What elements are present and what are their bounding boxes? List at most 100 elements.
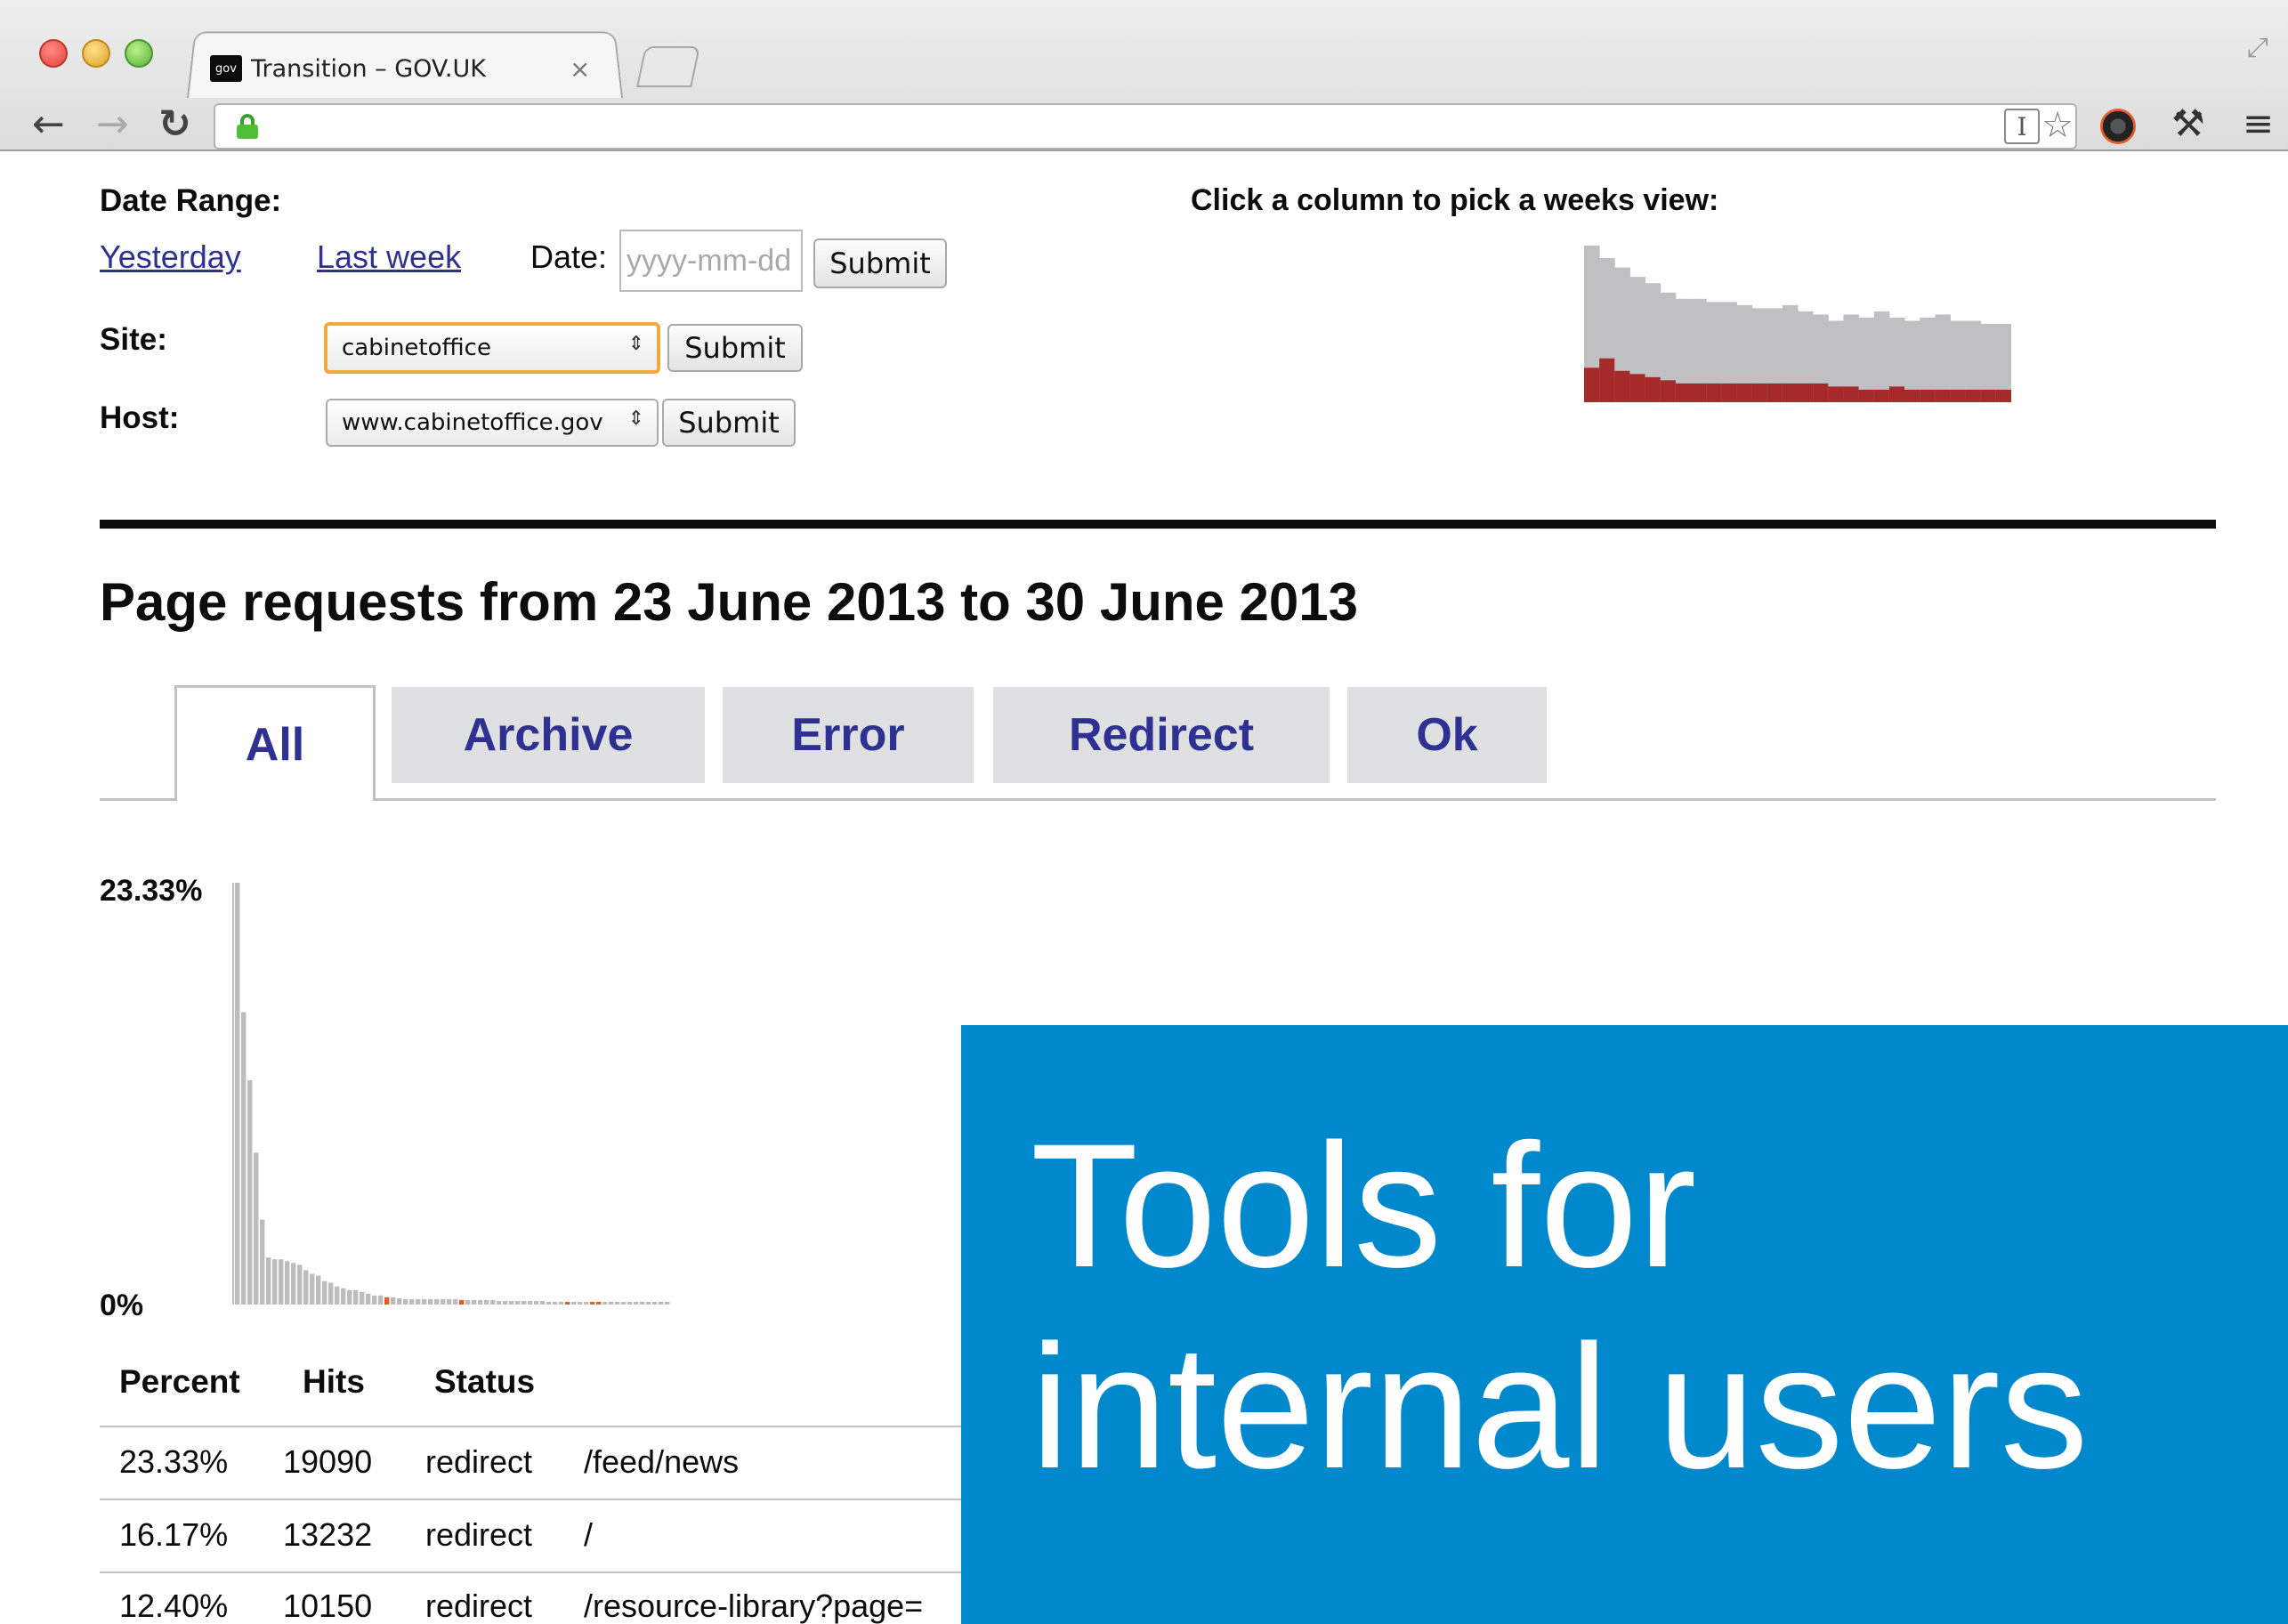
hits-bar[interactable] — [459, 1299, 465, 1305]
site-select[interactable]: cabinetoffice ⇕ — [324, 322, 660, 374]
host-submit-button[interactable]: Submit — [662, 399, 796, 447]
hits-bar[interactable] — [285, 1261, 290, 1305]
minimize-window-button[interactable] — [82, 39, 110, 68]
hits-bar[interactable] — [403, 1298, 408, 1305]
hits-bar[interactable] — [609, 1302, 614, 1305]
weeks-error-bar[interactable] — [1706, 383, 1722, 402]
browser-tab-content[interactable]: gov Transition – GOV.UK × — [210, 46, 602, 91]
hits-bar[interactable] — [441, 1298, 446, 1305]
hits-bar[interactable] — [478, 1299, 483, 1305]
hits-bar[interactable] — [241, 1012, 247, 1305]
reload-icon[interactable]: ↻ — [158, 105, 191, 144]
hits-bar[interactable] — [384, 1297, 390, 1305]
weeks-error-bar[interactable] — [1858, 389, 1875, 402]
hits-bar[interactable] — [521, 1300, 527, 1305]
weeks-error-bar[interactable] — [1935, 389, 1951, 402]
new-tab-button[interactable] — [636, 46, 700, 87]
hits-bar[interactable] — [372, 1295, 377, 1305]
tab-redirect[interactable]: Redirect — [993, 687, 1330, 783]
hits-bar[interactable] — [546, 1301, 552, 1305]
hits-bar[interactable] — [490, 1299, 496, 1305]
weeks-error-bar[interactable] — [1904, 389, 1920, 402]
hits-bar[interactable] — [503, 1300, 508, 1305]
hits-bar[interactable] — [360, 1291, 365, 1305]
hits-bar[interactable] — [291, 1263, 296, 1305]
hits-bar[interactable] — [553, 1301, 558, 1305]
weeks-error-bar[interactable] — [1980, 389, 1997, 402]
hits-bar[interactable] — [515, 1300, 521, 1305]
weeks-error-bar[interactable] — [1691, 383, 1707, 402]
site-submit-button[interactable]: Submit — [667, 324, 803, 372]
hits-bar[interactable] — [272, 1259, 278, 1305]
yesterday-link[interactable]: Yesterday — [100, 238, 241, 276]
hits-bar[interactable] — [316, 1275, 321, 1305]
hits-bar[interactable] — [397, 1297, 402, 1305]
weeks-error-bar[interactable] — [1920, 389, 1936, 402]
weeks-error-bar[interactable] — [1873, 389, 1890, 402]
hits-bar[interactable] — [297, 1264, 303, 1305]
hits-bar[interactable] — [235, 883, 240, 1305]
hits-bar[interactable] — [254, 1152, 259, 1305]
hits-bar[interactable] — [247, 1080, 253, 1305]
weeks-chart[interactable] — [1584, 242, 2011, 402]
hits-bar[interactable] — [260, 1219, 265, 1305]
weeks-error-bar[interactable] — [1629, 374, 1646, 402]
weeks-error-bar[interactable] — [1828, 386, 1844, 402]
hits-bar[interactable] — [434, 1298, 440, 1305]
hits-bar[interactable] — [534, 1300, 539, 1305]
hits-bar[interactable] — [640, 1302, 645, 1305]
hits-bar[interactable] — [659, 1302, 664, 1305]
hits-bar[interactable] — [353, 1289, 359, 1305]
weeks-error-bar[interactable] — [1995, 389, 2011, 402]
date-input[interactable]: yyyy-mm-dd — [619, 230, 803, 292]
extension-icon[interactable] — [2100, 109, 2136, 144]
weeks-error-bar[interactable] — [1660, 380, 1677, 402]
weeks-error-bar[interactable] — [1584, 368, 1600, 402]
wrench-icon[interactable]: ⚒ — [2171, 101, 2205, 145]
hits-bar[interactable] — [266, 1257, 271, 1305]
star-icon[interactable]: ☆ — [2041, 105, 2074, 146]
hits-bar[interactable] — [409, 1298, 415, 1305]
hits-bar[interactable] — [584, 1301, 589, 1305]
hits-bar[interactable] — [634, 1302, 639, 1305]
weeks-total-bar[interactable] — [1873, 311, 1890, 402]
weeks-total-bar[interactable] — [1935, 314, 1951, 402]
host-select[interactable]: www.cabinetoffice.gov ⇕ — [326, 399, 659, 447]
weeks-error-bar[interactable] — [1950, 389, 1967, 402]
hits-bar[interactable] — [565, 1301, 570, 1305]
hits-bar[interactable] — [602, 1301, 608, 1305]
hits-bar[interactable] — [422, 1298, 427, 1305]
weeks-error-bar[interactable] — [1843, 386, 1860, 402]
weeks-error-bar[interactable] — [1614, 370, 1630, 402]
hits-bar[interactable] — [347, 1289, 352, 1305]
tab-error[interactable]: Error — [723, 687, 974, 783]
hits-bar[interactable] — [391, 1297, 396, 1305]
weeks-error-bar[interactable] — [1751, 383, 1768, 402]
hits-bar[interactable] — [528, 1300, 533, 1305]
close-window-button[interactable] — [39, 39, 68, 68]
hits-bar[interactable] — [578, 1301, 583, 1305]
tab-ok[interactable]: Ok — [1347, 687, 1547, 783]
hits-bar[interactable] — [540, 1300, 546, 1305]
hits-bar[interactable] — [497, 1300, 502, 1305]
forward-icon[interactable]: → — [96, 105, 129, 144]
weeks-error-bar[interactable] — [1798, 383, 1814, 402]
hits-bar[interactable] — [453, 1298, 458, 1305]
weeks-error-bar[interactable] — [1736, 383, 1753, 402]
hits-bar[interactable] — [472, 1299, 477, 1305]
hits-bar[interactable] — [310, 1273, 315, 1305]
fullscreen-icon[interactable]: ⤢ — [2247, 32, 2268, 63]
weeks-total-bar[interactable] — [1858, 317, 1875, 402]
hits-bar[interactable] — [621, 1302, 627, 1305]
hits-bar[interactable] — [590, 1301, 595, 1305]
weeks-error-bar[interactable] — [1888, 386, 1905, 402]
hits-bar[interactable] — [303, 1270, 309, 1305]
weeks-error-bar[interactable] — [1813, 383, 1829, 402]
weeks-error-bar[interactable] — [1721, 383, 1737, 402]
back-icon[interactable]: ← — [32, 105, 65, 144]
hits-bar[interactable] — [428, 1298, 433, 1305]
hits-bar[interactable] — [328, 1282, 334, 1305]
weeks-error-bar[interactable] — [1782, 383, 1799, 402]
weeks-total-bar[interactable] — [1920, 317, 1936, 402]
hits-bar[interactable] — [652, 1302, 658, 1305]
